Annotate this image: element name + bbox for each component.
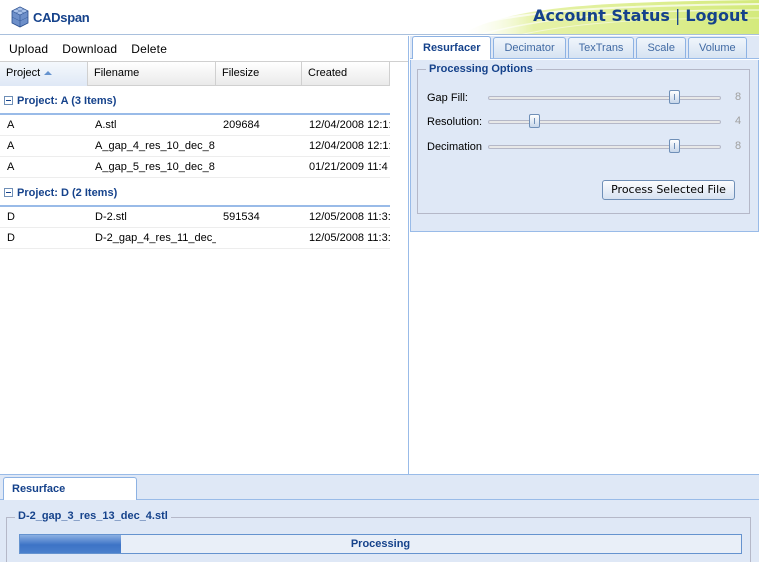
tab-resurfacer[interactable]: Resurfacer — [412, 36, 492, 59]
group-project-d: Project: D (2 Items) D D-2.stl 591534 12… — [0, 180, 390, 249]
job-filename: D-2_gap_3_res_13_dec_4.stl — [15, 510, 171, 522]
cell-project: A — [7, 119, 15, 131]
resolution-label: Resolution: — [427, 116, 483, 128]
tools-tabbar: Resurfacer Decimator TexTrans Scale Volu… — [410, 36, 759, 59]
progress-text: Processing — [350, 538, 411, 550]
decimation-label: Decimation — [427, 141, 483, 153]
collapse-icon[interactable] — [4, 188, 13, 197]
cell-filename: A.stl — [95, 119, 117, 131]
table-row[interactable]: A A.stl 209684 12/04/2008 12:1: — [0, 115, 390, 136]
upload-button[interactable]: Upload — [4, 41, 48, 57]
process-selected-file-button[interactable]: Process Selected File — [602, 180, 735, 200]
grid-header: Project Filename Filesize Created — [0, 62, 390, 86]
tab-textrans[interactable]: TexTrans — [567, 37, 635, 58]
processing-options-fieldset: Processing Options Gap Fill: 8 Resolutio… — [417, 63, 750, 214]
cell-created: 12/05/2008 11:3: — [309, 211, 390, 223]
cell-filesize — [216, 157, 302, 177]
sort-ascending-icon — [44, 71, 53, 75]
tab-volume[interactable]: Volume — [687, 37, 747, 58]
table-row[interactable]: A A_gap_5_res_10_dec_8 01/21/2009 11:4 — [0, 157, 390, 178]
decimation-track[interactable] — [488, 145, 721, 149]
app-header: CADspan Account Status | Logout — [0, 0, 759, 35]
group-header[interactable]: Project: A (3 Items) — [0, 88, 390, 115]
delete-button[interactable]: Delete — [126, 41, 167, 57]
account-status-link[interactable]: Account Status — [533, 6, 670, 25]
tab-scale[interactable]: Scale — [636, 37, 686, 58]
decimation-value: 8 — [735, 140, 742, 152]
cell-filename: A_gap_4_res_10_dec_8 — [95, 140, 215, 152]
decimation-slider-row: Decimation 8 — [427, 139, 747, 157]
collapse-icon[interactable] — [4, 96, 13, 105]
fieldset-legend: Processing Options — [426, 63, 536, 75]
gap-fill-value: 8 — [735, 91, 742, 103]
resurfacer-tab-body: Processing Options Gap Fill: 8 Resolutio… — [410, 60, 759, 232]
cell-filename: A_gap_5_res_10_dec_8 — [95, 161, 215, 173]
column-header-filename[interactable]: Filename — [88, 62, 216, 86]
tab-decimator[interactable]: Decimator — [493, 37, 566, 58]
resolution-value: 4 — [735, 115, 742, 127]
job-fieldset: D-2_gap_3_res_13_dec_4.stl Processing — [6, 510, 751, 562]
resolution-slider-thumb[interactable] — [529, 114, 541, 128]
cell-filesize: 591534 — [223, 211, 260, 223]
cell-filesize — [216, 228, 302, 248]
column-header-created[interactable]: Created — [302, 62, 390, 86]
progress-tabbar: Resurface — [0, 475, 759, 500]
decimation-slider-thumb[interactable] — [668, 139, 680, 153]
cell-project: A — [7, 140, 15, 152]
cell-project: A — [7, 161, 15, 173]
group-project-a: Project: A (3 Items) A A.stl 209684 12/0… — [0, 88, 390, 178]
cell-filesize — [216, 136, 302, 156]
group-title: Project: A (3 Items) — [17, 94, 117, 107]
table-row[interactable]: A A_gap_4_res_10_dec_8 12/04/2008 12:1: — [0, 136, 390, 157]
column-header-filesize[interactable]: Filesize — [216, 62, 302, 86]
gap-fill-slider-thumb[interactable] — [668, 90, 680, 104]
table-row[interactable]: D D-2.stl 591534 12/05/2008 11:3: — [0, 207, 390, 228]
cadspan-cube-icon — [11, 6, 29, 28]
account-links: Account Status | Logout — [533, 6, 748, 25]
file-grid: Project Filename Filesize Created Projec… — [0, 62, 390, 249]
cell-created: 12/05/2008 11:3: — [309, 232, 390, 244]
group-title: Project: D (2 Items) — [17, 186, 118, 199]
cell-project: D — [7, 232, 15, 244]
file-panel: Upload Download Delete Project Filename … — [0, 36, 409, 474]
group-header[interactable]: Project: D (2 Items) — [0, 180, 390, 207]
progress-panel: Resurface D-2_gap_3_res_13_dec_4.stl Pro… — [0, 474, 759, 562]
progress-bar: Processing — [19, 534, 742, 554]
cell-created: 01/21/2009 11:4 — [309, 161, 388, 173]
column-header-project[interactable]: Project — [0, 62, 88, 86]
cell-created: 12/04/2008 12:1: — [309, 140, 390, 152]
cell-filename: D-2_gap_4_res_11_dec_ — [95, 232, 216, 244]
resolution-track[interactable] — [488, 120, 721, 124]
logout-link[interactable]: Logout — [685, 6, 748, 25]
tab-resurface[interactable]: Resurface — [3, 477, 137, 500]
cell-project: D — [7, 211, 15, 223]
download-button[interactable]: Download — [57, 41, 117, 57]
cell-filename: D-2.stl — [95, 211, 127, 223]
logo-text: CADspan — [33, 9, 90, 25]
gap-fill-label: Gap Fill: — [427, 92, 468, 104]
file-toolbar: Upload Download Delete — [0, 36, 408, 62]
cell-filesize: 209684 — [223, 119, 260, 131]
gap-fill-track[interactable] — [488, 96, 721, 100]
gap-fill-slider-row: Gap Fill: 8 — [427, 90, 747, 108]
table-row[interactable]: D D-2_gap_4_res_11_dec_ 12/05/2008 11:3: — [0, 228, 390, 249]
header-separator: | — [674, 6, 681, 25]
tools-panel: Resurfacer Decimator TexTrans Scale Volu… — [410, 36, 759, 474]
logo[interactable]: CADspan — [9, 4, 90, 30]
cell-created: 12/04/2008 12:1: — [309, 119, 390, 131]
resolution-slider-row: Resolution: 4 — [427, 114, 747, 132]
